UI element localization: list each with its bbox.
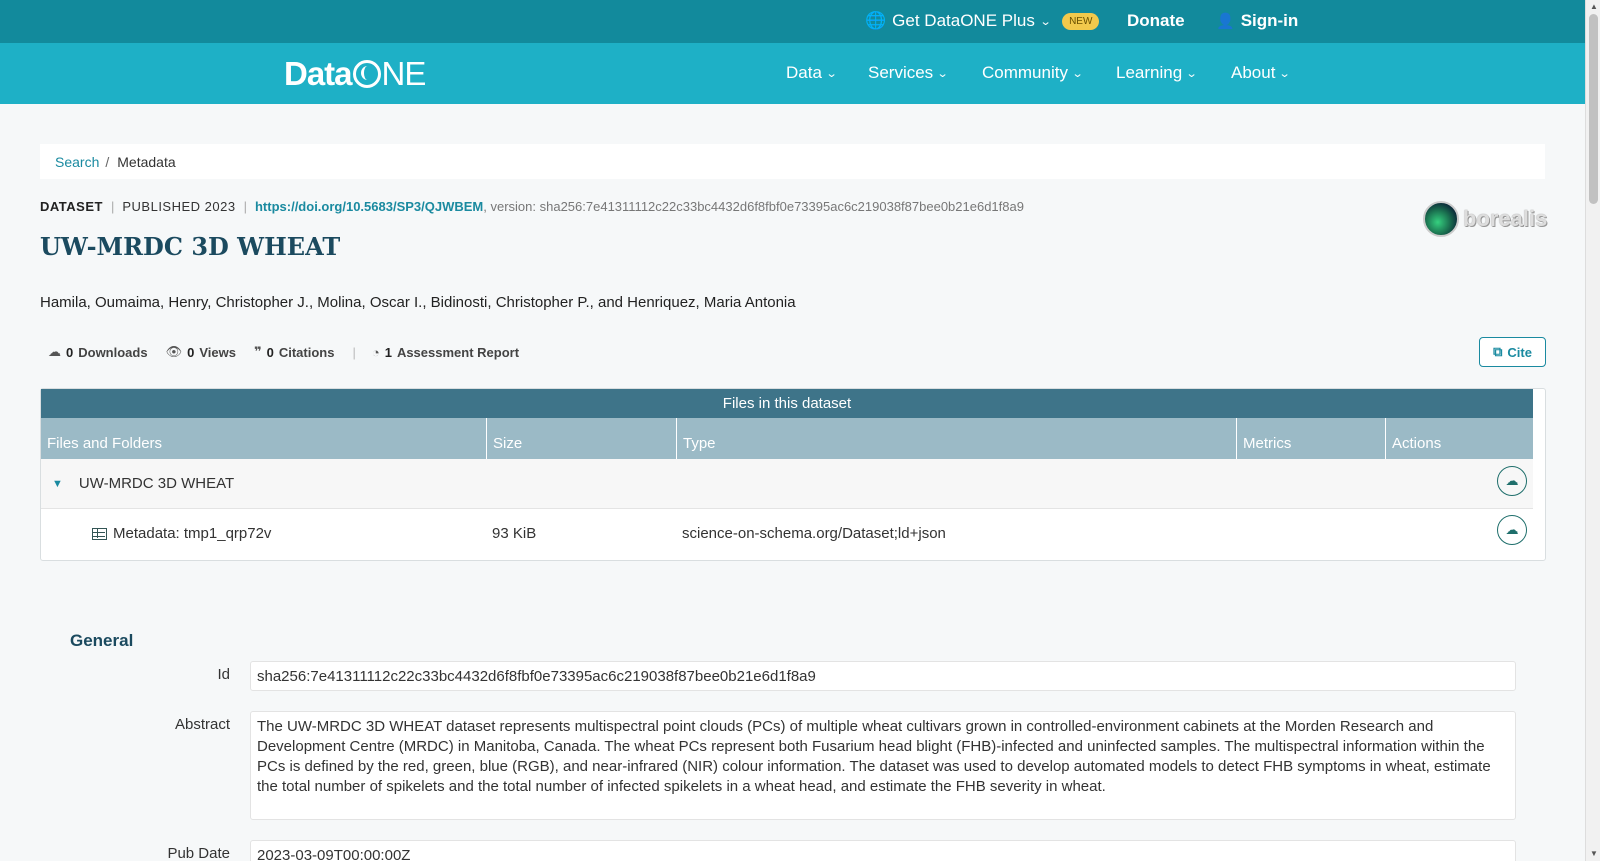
assessment-label: Assessment Report	[396, 344, 520, 360]
col-type: Type	[676, 418, 1236, 459]
donate-link[interactable]: Donate	[1127, 11, 1185, 31]
breadcrumb: Search / Metadata	[40, 144, 1545, 179]
version-id: , version: sha256:7e41311112c22c33bc4432…	[483, 199, 1024, 214]
nav-community-label: Community	[982, 63, 1068, 82]
sign-in-label: Sign-in	[1240, 11, 1299, 30]
nav-about[interactable]: About ⌄	[1231, 63, 1292, 83]
chevron-down-icon: ⌄	[1071, 67, 1084, 80]
get-dataone-plus-menu[interactable]: 🌐 Get DataONE Plus ⌄ NEW	[865, 11, 1100, 31]
borealis-orb-icon	[1423, 201, 1459, 237]
user-icon: 👤	[1216, 13, 1235, 30]
views-stat[interactable]: 👁 0 Views	[166, 344, 236, 360]
scrollbar-thumb[interactable]	[1589, 14, 1598, 204]
file-name[interactable]: Metadata: tmp1_qrp72v	[113, 525, 271, 542]
file-type: science-on-schema.org/Dataset;ld+json	[682, 525, 946, 542]
breadcrumb-separator: /	[105, 153, 110, 170]
nav-data[interactable]: Data ⌄	[786, 63, 838, 83]
views-label: Views	[199, 344, 236, 360]
downloads-label: Downloads	[78, 344, 148, 360]
col-actions: Actions	[1385, 418, 1533, 459]
dataset-type-label: DATASET	[40, 199, 103, 214]
assessment-count: 1	[384, 344, 392, 360]
citations-count: 0	[266, 344, 274, 360]
eye-icon: 👁	[165, 344, 183, 359]
files-table: Files in this dataset Files and Folders …	[40, 388, 1546, 561]
citations-label: Citations	[278, 344, 335, 360]
nav-learning[interactable]: Learning ⌄	[1116, 63, 1198, 83]
general-heading: General	[70, 631, 134, 650]
quote-icon: ❞	[253, 344, 262, 359]
repository-logo[interactable]: borealis	[1423, 201, 1547, 237]
abstract-label: Abstract	[174, 716, 230, 733]
assessment-stat[interactable]: ◔ 1 Assessment Report	[372, 345, 519, 360]
chevron-down-icon: ⌄	[1279, 67, 1292, 80]
top-utility-bar: 🌐 Get DataONE Plus ⌄ NEW Donate 👤 Sign-i…	[0, 0, 1585, 43]
cite-button[interactable]: ⧉ Cite	[1479, 337, 1546, 367]
get-dataone-plus-label: Get DataONE Plus	[892, 11, 1035, 30]
doi-link[interactable]: https://doi.org/10.5683/SP3/QJWBEM	[255, 199, 483, 214]
cloud-download-icon[interactable]: ☁	[1497, 515, 1527, 545]
downloads-stat[interactable]: ☁ 0 Downloads	[48, 344, 148, 360]
gauge-icon: ◔	[371, 344, 380, 360]
dataset-authors: Hamila, Oumaima, Henry, Christopher J., …	[40, 294, 796, 311]
globe-logo-icon	[352, 60, 381, 88]
caret-down-icon[interactable]: ▼	[52, 478, 63, 490]
cloud-download-icon[interactable]: ☁	[1497, 466, 1527, 496]
nav-data-label: Data	[786, 63, 822, 82]
table-icon	[92, 527, 107, 540]
breadcrumb-search-link[interactable]: Search	[55, 154, 99, 170]
col-metrics: Metrics	[1236, 418, 1385, 459]
col-files-and-folders: Files and Folders	[47, 435, 163, 452]
nav-about-label: About	[1231, 63, 1276, 82]
nav-services[interactable]: Services ⌄	[868, 63, 949, 83]
copy-icon: ⧉	[1493, 344, 1503, 359]
views-count: 0	[187, 344, 195, 360]
files-table-header: Files and Folders Size Type Metrics Acti…	[41, 418, 1533, 459]
file-size: 93 KiB	[492, 525, 537, 542]
table-row[interactable]: Metadata: tmp1_qrp72v 93 KiB science-on-…	[41, 509, 1533, 559]
chevron-down-icon: ⌄	[1039, 15, 1052, 28]
published-year: PUBLISHED 2023	[122, 199, 236, 214]
breadcrumb-current: Metadata	[117, 153, 176, 170]
files-table-title: Files in this dataset	[41, 389, 1533, 418]
nav-services-label: Services	[868, 63, 934, 82]
sign-in-link[interactable]: 👤 Sign-in	[1216, 11, 1298, 31]
table-row[interactable]: ▼ UW-MRDC 3D WHEAT ☁	[41, 459, 1533, 509]
chevron-down-icon: ⌄	[1185, 67, 1198, 80]
page-scrollbar[interactable]: ▲ ▼	[1585, 0, 1600, 861]
dataset-stats: ☁ 0 Downloads 👁 0 Views ❞ 0 Citations | …	[48, 344, 520, 360]
scroll-up-icon[interactable]: ▲	[1590, 2, 1598, 11]
main-navbar: Data NE Data ⌄ Services ⌄ Community ⌄ Learni…	[0, 43, 1585, 104]
chevron-down-icon: ⌄	[825, 67, 838, 80]
scroll-down-icon[interactable]: ▼	[1590, 849, 1598, 858]
id-label: Id	[217, 666, 230, 683]
dataone-logo[interactable]: Data NE	[284, 55, 426, 93]
new-badge: NEW	[1062, 12, 1100, 30]
dataset-title: UW-MRDC 3D WHEAT	[40, 232, 341, 261]
pubdate-label: Pub Date	[167, 845, 230, 861]
folder-name[interactable]: UW-MRDC 3D WHEAT	[79, 475, 234, 492]
chevron-down-icon: ⌄	[936, 67, 949, 80]
col-size: Size	[486, 418, 676, 459]
downloads-count: 0	[66, 344, 74, 360]
id-value: sha256:7e41311112c22c33bc4432d6f8fbf0e73…	[250, 661, 1516, 691]
cite-button-label: Cite	[1507, 344, 1532, 360]
globe-icon: 🌐	[865, 11, 887, 30]
dataset-meta-line: DATASET | PUBLISHED 2023 | https://doi.o…	[40, 199, 1024, 214]
abstract-value: The UW-MRDC 3D WHEAT dataset represents …	[250, 711, 1516, 820]
citations-stat[interactable]: ❞ 0 Citations	[254, 344, 335, 360]
pubdate-value: 2023-03-09T00:00:00Z	[250, 840, 1516, 861]
nav-community[interactable]: Community ⌄	[982, 63, 1084, 83]
cloud-download-icon: ☁	[48, 344, 61, 359]
repository-name: borealis	[1463, 206, 1548, 231]
nav-learning-label: Learning	[1116, 63, 1183, 82]
